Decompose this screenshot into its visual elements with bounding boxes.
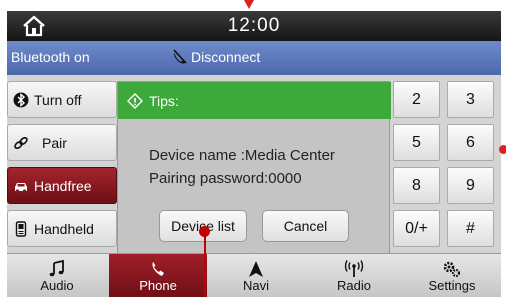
link-icon	[14, 136, 28, 149]
keypad-key-hash[interactable]: #	[447, 210, 494, 247]
bottom-tab-bar: Audio Phone Navi Radio Settings	[7, 253, 501, 297]
gears-icon	[443, 261, 461, 277]
turn-off-label: Turn off	[34, 91, 82, 108]
keypad-key-2[interactable]: 2	[393, 81, 440, 118]
disconnect-button[interactable]: Disconnect	[171, 48, 260, 66]
info-diamond-icon	[127, 92, 143, 109]
keypad-key-0-plus[interactable]: 0/+	[393, 210, 440, 247]
handfree-button[interactable]: Handfree	[7, 167, 117, 204]
radio-antenna-icon	[344, 259, 364, 277]
annotation-marker-top	[244, 0, 254, 9]
dialog-header: Tips:	[118, 82, 391, 119]
keypad-key-8[interactable]: 8	[393, 167, 440, 204]
tab-radio[interactable]: Radio	[305, 254, 403, 297]
tab-phone-label: Phone	[139, 277, 177, 293]
tab-audio-label: Audio	[40, 277, 74, 293]
annotation-marker-right	[499, 145, 506, 154]
cancel-button[interactable]: Cancel	[262, 210, 349, 242]
phone-icon	[152, 261, 164, 276]
bluetooth-status-text: Bluetooth on	[11, 49, 90, 65]
car-head-unit-screen: 12:00 Bluetooth on Disconnect Turn off P…	[7, 11, 501, 297]
tips-dialog: Tips: Device name :Media Center Pairing …	[117, 81, 391, 257]
tab-settings-label: Settings	[428, 277, 476, 293]
pairing-password-text: Pairing password:0000	[149, 170, 302, 187]
top-status-bar: 12:00	[7, 11, 501, 41]
clock: 12:00	[227, 15, 281, 36]
keypad-key-5[interactable]: 5	[393, 124, 440, 161]
tab-audio[interactable]: Audio	[7, 254, 107, 297]
bluetooth-icon	[13, 92, 29, 107]
keypad-key-3[interactable]: 3	[447, 81, 494, 118]
keypad-key-6[interactable]: 6	[447, 124, 494, 161]
bluetooth-status-bar: Bluetooth on Disconnect	[7, 41, 501, 75]
dialog-title: Tips:	[149, 92, 179, 109]
annotation-pointer-line	[204, 230, 206, 297]
handset-icon	[15, 220, 27, 237]
tab-phone[interactable]: Phone	[109, 254, 207, 297]
handfree-label: Handfree	[34, 177, 92, 194]
music-note-icon	[49, 259, 64, 276]
turn-off-button[interactable]: Turn off	[7, 81, 117, 118]
tab-settings[interactable]: Settings	[403, 254, 501, 297]
tab-navi[interactable]: Navi	[207, 254, 305, 297]
phone-disconnect-icon	[173, 49, 187, 64]
handheld-button[interactable]: Handheld	[7, 210, 117, 247]
keypad-key-9[interactable]: 9	[447, 167, 494, 204]
car-icon	[15, 182, 27, 193]
disconnect-label: Disconnect	[191, 49, 261, 65]
tab-radio-label: Radio	[337, 277, 371, 293]
annotation-pointer-dot	[199, 226, 210, 237]
tab-navi-label: Navi	[242, 277, 269, 293]
pair-label: Pair	[42, 134, 67, 151]
navigation-arrow-icon	[249, 260, 263, 277]
handheld-label: Handheld	[34, 220, 94, 237]
pair-button[interactable]: Pair	[7, 124, 117, 161]
device-name-text: Device name :Media Center	[149, 147, 335, 164]
